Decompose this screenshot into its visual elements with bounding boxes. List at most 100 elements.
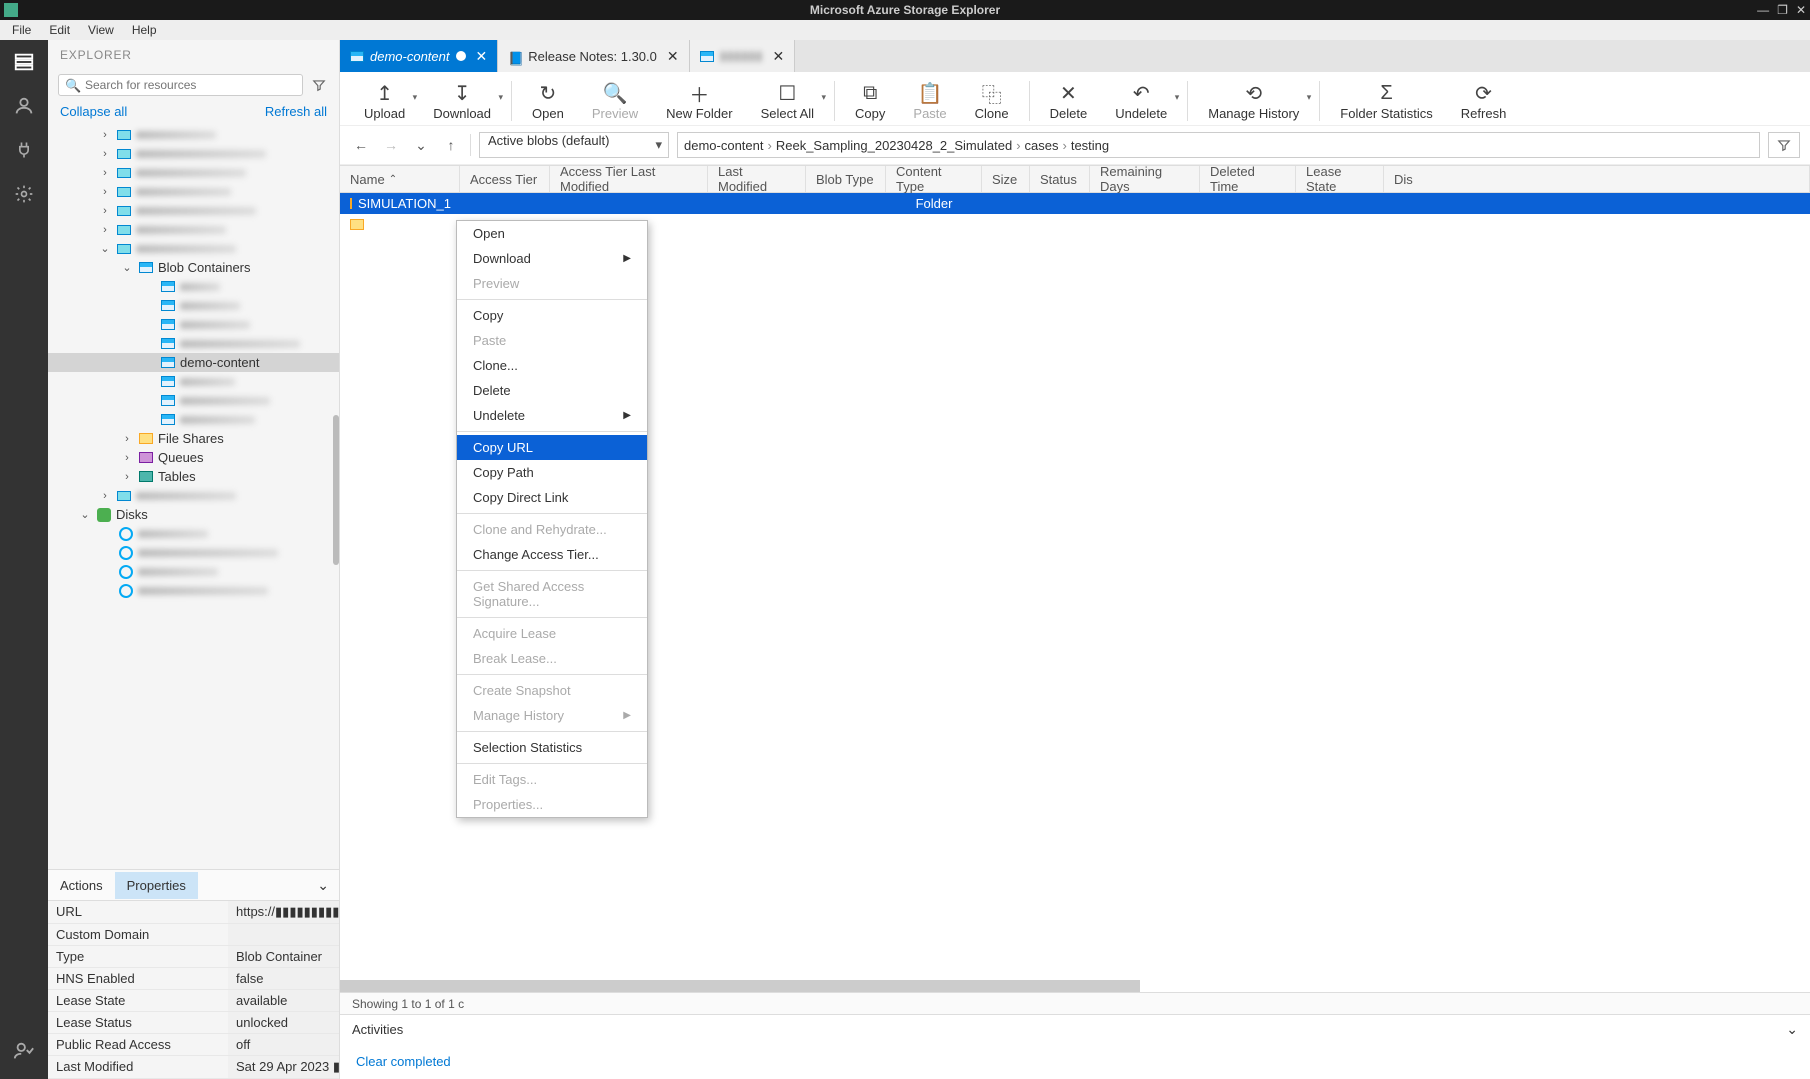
close-tab-icon[interactable]: ✕ bbox=[476, 48, 488, 65]
context-menu-item[interactable]: Open bbox=[457, 221, 647, 246]
col-last-modified[interactable]: Last Modified bbox=[708, 166, 806, 192]
tab-demo-content[interactable]: demo-content ✕ bbox=[340, 40, 498, 72]
menu-edit[interactable]: Edit bbox=[41, 21, 78, 39]
copy-button[interactable]: ⧉Copy bbox=[841, 80, 899, 121]
activities-header[interactable]: Activities ⌄ bbox=[340, 1014, 1810, 1044]
context-menu-item[interactable]: Download▶ bbox=[457, 246, 647, 271]
explorer-activity-icon[interactable] bbox=[12, 50, 36, 74]
context-menu-item[interactable]: Copy URL bbox=[457, 435, 647, 460]
tab-actions[interactable]: Actions bbox=[48, 872, 115, 899]
blob-filter-dropdown[interactable]: Active blobs (default) bbox=[479, 132, 669, 158]
search-input[interactable] bbox=[85, 78, 296, 92]
filter-icon[interactable] bbox=[309, 75, 329, 95]
refresh-button[interactable]: ⟳Refresh bbox=[1447, 80, 1521, 121]
nav-forward-icon[interactable]: → bbox=[380, 134, 402, 156]
tree-scrollbar[interactable] bbox=[333, 415, 339, 565]
resource-tree[interactable]: › › › › › › ⌄ ⌄Blob Containers demo-cont… bbox=[48, 125, 339, 869]
select-all-button[interactable]: ☐▾Select All bbox=[747, 80, 828, 121]
prop-val: off bbox=[228, 1034, 339, 1055]
col-access-tier[interactable]: Access Tier bbox=[460, 166, 550, 192]
download-button[interactable]: ↧▾Download bbox=[419, 80, 505, 121]
context-menu-item[interactable]: Copy Direct Link bbox=[457, 485, 647, 510]
tab-blurred[interactable]: ▮▮▮▮▮▮ ✕ bbox=[690, 40, 796, 72]
filter-icon[interactable] bbox=[1768, 132, 1800, 158]
col-size[interactable]: Size bbox=[982, 166, 1030, 192]
breadcrumb[interactable]: demo-content› Reek_Sampling_20230428_2_S… bbox=[677, 132, 1760, 158]
upload-button[interactable]: ↥▾Upload bbox=[350, 80, 419, 121]
window-controls: — ❐ ✕ bbox=[1757, 3, 1806, 17]
tree-tables[interactable]: Tables bbox=[158, 469, 196, 484]
tree-blob-containers[interactable]: Blob Containers bbox=[158, 260, 251, 275]
menu-file[interactable]: File bbox=[4, 21, 39, 39]
chevron-down-icon[interactable]: ⌄ bbox=[1786, 1021, 1798, 1038]
col-deleted-time[interactable]: Deleted Time bbox=[1200, 166, 1296, 192]
context-menu-item[interactable]: Delete bbox=[457, 378, 647, 403]
menu-help[interactable]: Help bbox=[124, 21, 165, 39]
window-title: Microsoft Azure Storage Explorer bbox=[810, 3, 1000, 17]
undelete-button[interactable]: ↶▾Undelete bbox=[1101, 80, 1181, 121]
prop-val: unlocked bbox=[228, 1012, 339, 1033]
nav-up-icon[interactable]: ↑ bbox=[440, 134, 462, 156]
horizontal-scrollbar[interactable] bbox=[340, 980, 1140, 992]
close-tab-icon[interactable]: ✕ bbox=[667, 48, 679, 65]
chevron-down-icon[interactable]: ⌄ bbox=[317, 877, 329, 894]
tree-queues[interactable]: Queues bbox=[158, 450, 204, 465]
account-icon[interactable] bbox=[12, 94, 36, 118]
delete-button[interactable]: ✕Delete bbox=[1036, 80, 1102, 121]
manage-history-button[interactable]: ⟲▾Manage History bbox=[1194, 80, 1313, 121]
menubar: File Edit View Help bbox=[0, 20, 1810, 40]
col-access-tier-modified[interactable]: Access Tier Last Modified bbox=[550, 166, 708, 192]
folder-stats-button[interactable]: ΣFolder Statistics bbox=[1326, 80, 1446, 121]
plug-icon[interactable] bbox=[12, 138, 36, 162]
tree-disks[interactable]: Disks bbox=[116, 507, 148, 522]
grid-row-selected[interactable]: SIMULATION_1 Folder bbox=[340, 193, 1810, 214]
preview-button[interactable]: 🔍Preview bbox=[578, 80, 652, 121]
gear-icon[interactable] bbox=[12, 182, 36, 206]
col-name[interactable]: Name⌃ bbox=[340, 166, 460, 192]
col-content-type[interactable]: Content Type bbox=[886, 166, 982, 192]
context-menu-item[interactable]: Selection Statistics bbox=[457, 735, 647, 760]
app-icon bbox=[4, 3, 18, 17]
explorer-panel: EXPLORER 🔍 Collapse all Refresh all › › … bbox=[48, 40, 340, 1079]
feedback-icon[interactable] bbox=[12, 1039, 36, 1063]
nav-back-icon[interactable]: ← bbox=[350, 134, 372, 156]
close-icon[interactable]: ✕ bbox=[1796, 3, 1806, 17]
maximize-icon[interactable]: ❐ bbox=[1777, 3, 1788, 17]
tree-item-demo-content[interactable]: demo-content bbox=[48, 353, 339, 372]
close-tab-icon[interactable]: ✕ bbox=[773, 48, 785, 65]
tree-file-shares[interactable]: File Shares bbox=[158, 431, 224, 446]
search-input-wrapper[interactable]: 🔍 bbox=[58, 74, 303, 96]
container-icon bbox=[700, 51, 714, 62]
col-remaining-days[interactable]: Remaining Days bbox=[1090, 166, 1200, 192]
context-menu: OpenDownload▶Preview CopyPasteClone...Del… bbox=[456, 220, 648, 818]
new-folder-button[interactable]: ＋New Folder bbox=[652, 80, 746, 121]
context-menu-item[interactable]: Change Access Tier... bbox=[457, 542, 647, 567]
menu-view[interactable]: View bbox=[80, 21, 122, 39]
col-dis[interactable]: Dis bbox=[1384, 166, 1810, 192]
context-menu-item[interactable]: Copy bbox=[457, 303, 647, 328]
collapse-all-link[interactable]: Collapse all bbox=[60, 104, 127, 119]
prop-key: URL bbox=[48, 901, 228, 923]
nav-down-icon[interactable]: ⌄ bbox=[410, 134, 432, 156]
context-menu-item: Get Shared Access Signature... bbox=[457, 574, 647, 614]
context-menu-item[interactable]: Undelete▶ bbox=[457, 403, 647, 428]
refresh-all-link[interactable]: Refresh all bbox=[265, 104, 327, 119]
context-menu-item: Preview bbox=[457, 271, 647, 296]
context-menu-item[interactable]: Copy Path bbox=[457, 460, 647, 485]
context-menu-item[interactable]: Clone... bbox=[457, 353, 647, 378]
open-button[interactable]: ↻Open bbox=[518, 80, 578, 121]
tab-release-notes[interactable]: 📘 Release Notes: 1.30.0 ✕ bbox=[498, 40, 689, 72]
prop-val bbox=[228, 924, 339, 945]
col-blob-type[interactable]: Blob Type bbox=[806, 166, 886, 192]
prop-key: Lease Status bbox=[48, 1012, 228, 1033]
minimize-icon[interactable]: — bbox=[1757, 3, 1769, 17]
paste-button[interactable]: 📋Paste bbox=[899, 80, 960, 121]
col-status[interactable]: Status bbox=[1030, 166, 1090, 192]
prop-key: Public Read Access bbox=[48, 1034, 228, 1055]
clear-completed-link[interactable]: Clear completed bbox=[356, 1054, 451, 1069]
tab-properties[interactable]: Properties bbox=[115, 872, 198, 899]
col-lease-state[interactable]: Lease State bbox=[1296, 166, 1384, 192]
context-menu-item: Paste bbox=[457, 328, 647, 353]
clone-button[interactable]: ⿻Clone bbox=[961, 80, 1023, 121]
tab-bar: demo-content ✕ 📘 Release Notes: 1.30.0 ✕… bbox=[340, 40, 1810, 72]
